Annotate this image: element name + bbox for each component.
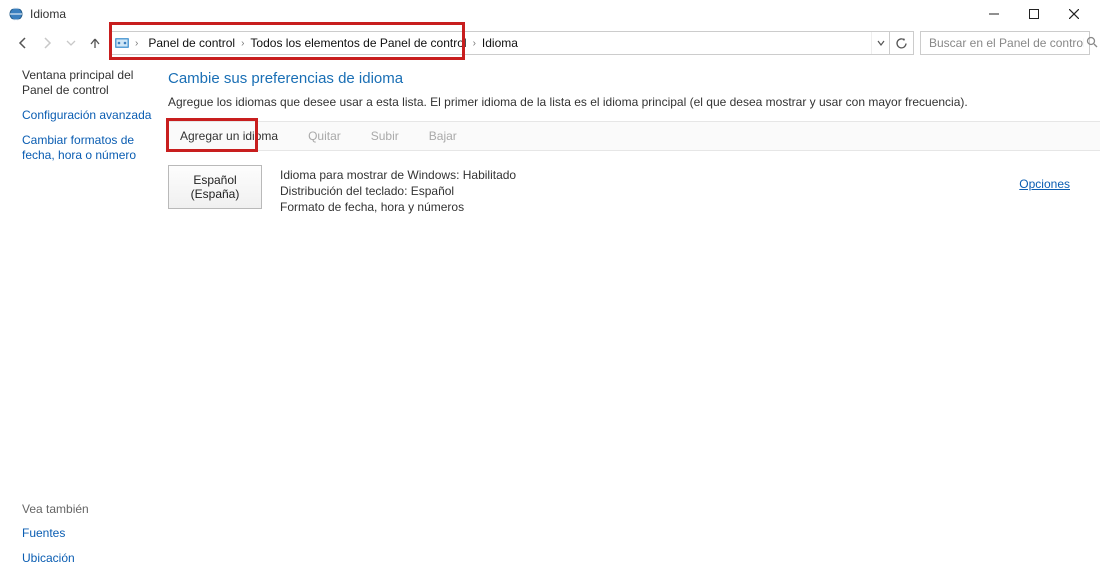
- main-content: Cambie sus preferencias de idioma Agregu…: [168, 58, 1100, 586]
- language-row[interactable]: Español (España) Idioma para mostrar de …: [168, 165, 1100, 216]
- app-icon: [8, 6, 24, 22]
- breadcrumb: Panel de control › Todos los elementos d…: [140, 36, 522, 50]
- search-input[interactable]: [927, 35, 1086, 51]
- recent-dropdown[interactable]: [62, 34, 80, 52]
- up-button[interactable]: [86, 34, 104, 52]
- remove-button[interactable]: Quitar: [300, 125, 349, 147]
- address-dropdown[interactable]: [871, 32, 889, 54]
- move-up-button[interactable]: Subir: [363, 125, 407, 147]
- breadcrumb-seg-2[interactable]: Idioma: [478, 36, 522, 50]
- back-button[interactable]: [14, 34, 32, 52]
- lang-detail-keyboard: Distribución del teclado: Español: [280, 183, 516, 199]
- refresh-button[interactable]: [889, 32, 913, 54]
- title-bar: Idioma: [0, 0, 1100, 28]
- page-heading: Cambie sus preferencias de idioma: [168, 70, 1100, 87]
- sidebar-home-link[interactable]: Ventana principal del Panel de control: [22, 68, 158, 98]
- close-button[interactable]: [1054, 2, 1094, 26]
- see-also-location[interactable]: Ubicación: [22, 551, 158, 566]
- see-also-fonts[interactable]: Fuentes: [22, 526, 158, 541]
- see-also-header: Vea también: [22, 502, 158, 516]
- lang-detail-format: Formato de fecha, hora y números: [280, 199, 516, 215]
- toolbar: Agregar un idioma Quitar Subir Bajar: [168, 121, 1100, 151]
- language-options-link[interactable]: Opciones: [1019, 165, 1100, 216]
- address-bar[interactable]: › Panel de control › Todos los elementos…: [110, 31, 914, 55]
- breadcrumb-sep[interactable]: ›: [239, 38, 246, 49]
- sidebar: Ventana principal del Panel de control C…: [0, 58, 168, 586]
- language-details: Idioma para mostrar de Windows: Habilita…: [280, 165, 516, 216]
- search-box[interactable]: [920, 31, 1090, 55]
- breadcrumb-seg-0[interactable]: Panel de control: [144, 36, 239, 50]
- breadcrumb-seg-1[interactable]: Todos los elementos de Panel de control: [246, 36, 470, 50]
- control-panel-icon: [111, 35, 133, 51]
- sidebar-link-formats[interactable]: Cambiar formatos de fecha, hora o número: [22, 133, 158, 163]
- window-title: Idioma: [30, 7, 66, 21]
- page-description: Agregue los idiomas que desee usar a est…: [168, 95, 1100, 109]
- move-down-button[interactable]: Bajar: [421, 125, 465, 147]
- forward-button[interactable]: [38, 34, 56, 52]
- breadcrumb-sep[interactable]: ›: [133, 38, 140, 49]
- lang-detail-display: Idioma para mostrar de Windows: Habilita…: [280, 167, 516, 183]
- language-tile[interactable]: Español (España): [168, 165, 262, 209]
- nav-row: › Panel de control › Todos los elementos…: [0, 28, 1100, 58]
- window-controls: [974, 2, 1094, 26]
- add-language-button[interactable]: Agregar un idioma: [172, 125, 286, 147]
- sidebar-link-advanced[interactable]: Configuración avanzada: [22, 108, 158, 123]
- search-icon[interactable]: [1086, 36, 1098, 51]
- breadcrumb-sep[interactable]: ›: [471, 38, 478, 49]
- minimize-button[interactable]: [974, 2, 1014, 26]
- maximize-button[interactable]: [1014, 2, 1054, 26]
